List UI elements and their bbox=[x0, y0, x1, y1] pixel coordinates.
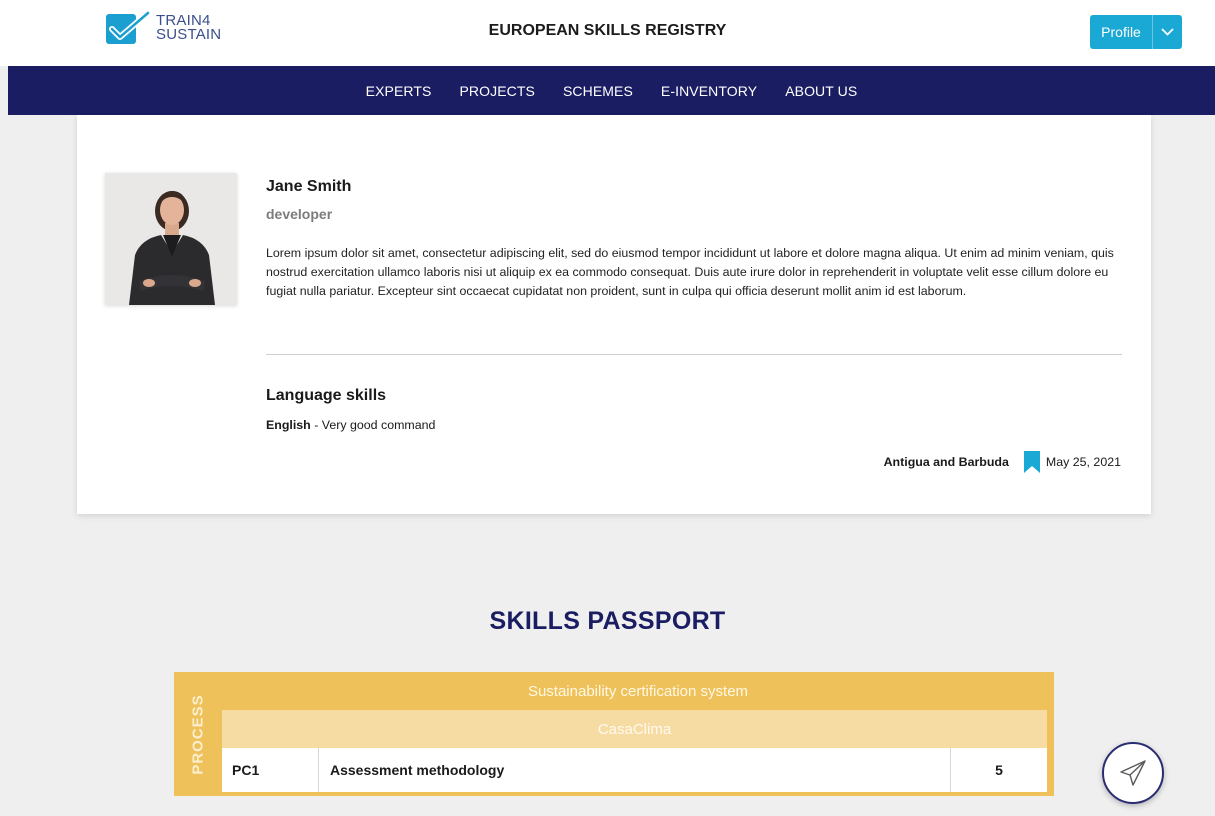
skills-passport-title: SKILLS PASSPORT bbox=[489, 607, 726, 635]
bookmark-icon[interactable] bbox=[1023, 451, 1041, 473]
language-level: Very good command bbox=[321, 418, 436, 432]
competence-name: Assessment methodology bbox=[319, 748, 951, 792]
person-name: Jane Smith bbox=[266, 178, 352, 195]
skills-passport-table: PROCESS Sustainability certification sys… bbox=[174, 672, 1054, 796]
avatar bbox=[105, 173, 237, 305]
avatar-photo bbox=[105, 173, 237, 305]
nav-item-e-inventory[interactable]: E-INVENTORY bbox=[647, 83, 771, 99]
profile-meta: Antigua and Barbuda May 25, 2021 bbox=[884, 451, 1121, 473]
language-name: English bbox=[266, 418, 311, 432]
process-label: PROCESS bbox=[174, 672, 222, 796]
system-row: CasaClima bbox=[222, 710, 1047, 748]
scheme-row: Sustainability certification system bbox=[527, 682, 749, 700]
competence-score: 5 bbox=[995, 762, 1003, 778]
profile-card: Jane Smith developer Lorem ipsum dolor s… bbox=[77, 115, 1151, 514]
language-skills-heading: Language skills bbox=[266, 387, 387, 404]
profile-dropdown-button[interactable]: Profile bbox=[1090, 15, 1182, 49]
country-label: Antigua and Barbuda bbox=[883, 455, 1009, 469]
chevron-down-icon[interactable] bbox=[1152, 15, 1182, 49]
top-header: TRAIN4 SUSTAIN EUROPEAN SKILLS REGISTRY … bbox=[0, 0, 1215, 66]
divider bbox=[266, 354, 1122, 355]
nav-item-about-us[interactable]: ABOUT US bbox=[771, 83, 871, 99]
site-logo[interactable]: TRAIN4 SUSTAIN bbox=[104, 10, 244, 46]
competence-code: PC1 bbox=[222, 748, 319, 792]
table-row: PC1 Assessment methodology 5 bbox=[222, 748, 1047, 792]
nav-item-experts[interactable]: EXPERTS bbox=[352, 83, 446, 99]
person-bio: Lorem ipsum dolor sit amet, consectetur … bbox=[266, 246, 1114, 298]
person-role: developer bbox=[266, 206, 333, 222]
logo-line2: SUSTAIN bbox=[156, 26, 222, 43]
process-label-text: PROCESS bbox=[189, 693, 207, 775]
date-label: May 25, 2021 bbox=[1045, 455, 1121, 469]
send-message-button[interactable] bbox=[1102, 742, 1164, 804]
language-separator: - bbox=[310, 418, 322, 432]
logo-text: TRAIN4 SUSTAIN bbox=[156, 13, 222, 43]
paper-plane-icon bbox=[1120, 760, 1146, 786]
profile-button-label[interactable]: Profile bbox=[1090, 15, 1152, 49]
main-nav: EXPERTS PROJECTS SCHEMES E-INVENTORY ABO… bbox=[8, 66, 1215, 115]
language-entry: English - Very good command bbox=[266, 418, 435, 432]
nav-item-projects[interactable]: PROJECTS bbox=[445, 83, 548, 99]
logo-checkmark-icon bbox=[106, 10, 151, 44]
nav-item-schemes[interactable]: SCHEMES bbox=[549, 83, 647, 99]
